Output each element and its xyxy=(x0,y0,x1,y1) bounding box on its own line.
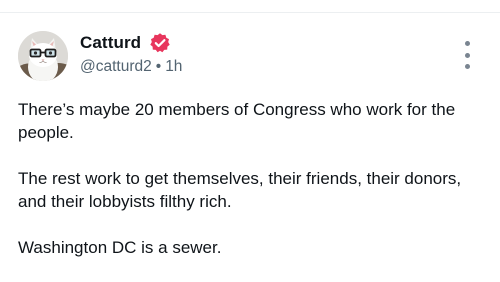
post-paragraph: There’s maybe 20 members of Congress who… xyxy=(18,100,456,142)
author-handle[interactable]: @catturd2 xyxy=(80,58,152,75)
cat-with-glasses-avatar xyxy=(18,31,68,81)
more-options-button[interactable] xyxy=(456,41,478,69)
avatar[interactable] xyxy=(18,31,68,81)
author-display-name[interactable]: Catturd xyxy=(80,33,141,53)
post-card: Catturd @catturd2 • 1h There’s maybe 20 me… xyxy=(0,13,500,276)
author-meta: @catturd2 • 1h xyxy=(80,58,182,76)
post-text: There’s maybe 20 members of Congress who… xyxy=(18,98,488,282)
post-timestamp[interactable]: 1h xyxy=(165,58,182,75)
post-paragraph: Washington DC is a sewer. xyxy=(18,238,222,257)
vertical-dots-icon xyxy=(464,41,470,46)
meta-separator: • xyxy=(155,58,162,75)
post-paragraph: The rest work to get themselves, their f… xyxy=(18,169,462,211)
verified-badge-icon xyxy=(150,33,170,53)
